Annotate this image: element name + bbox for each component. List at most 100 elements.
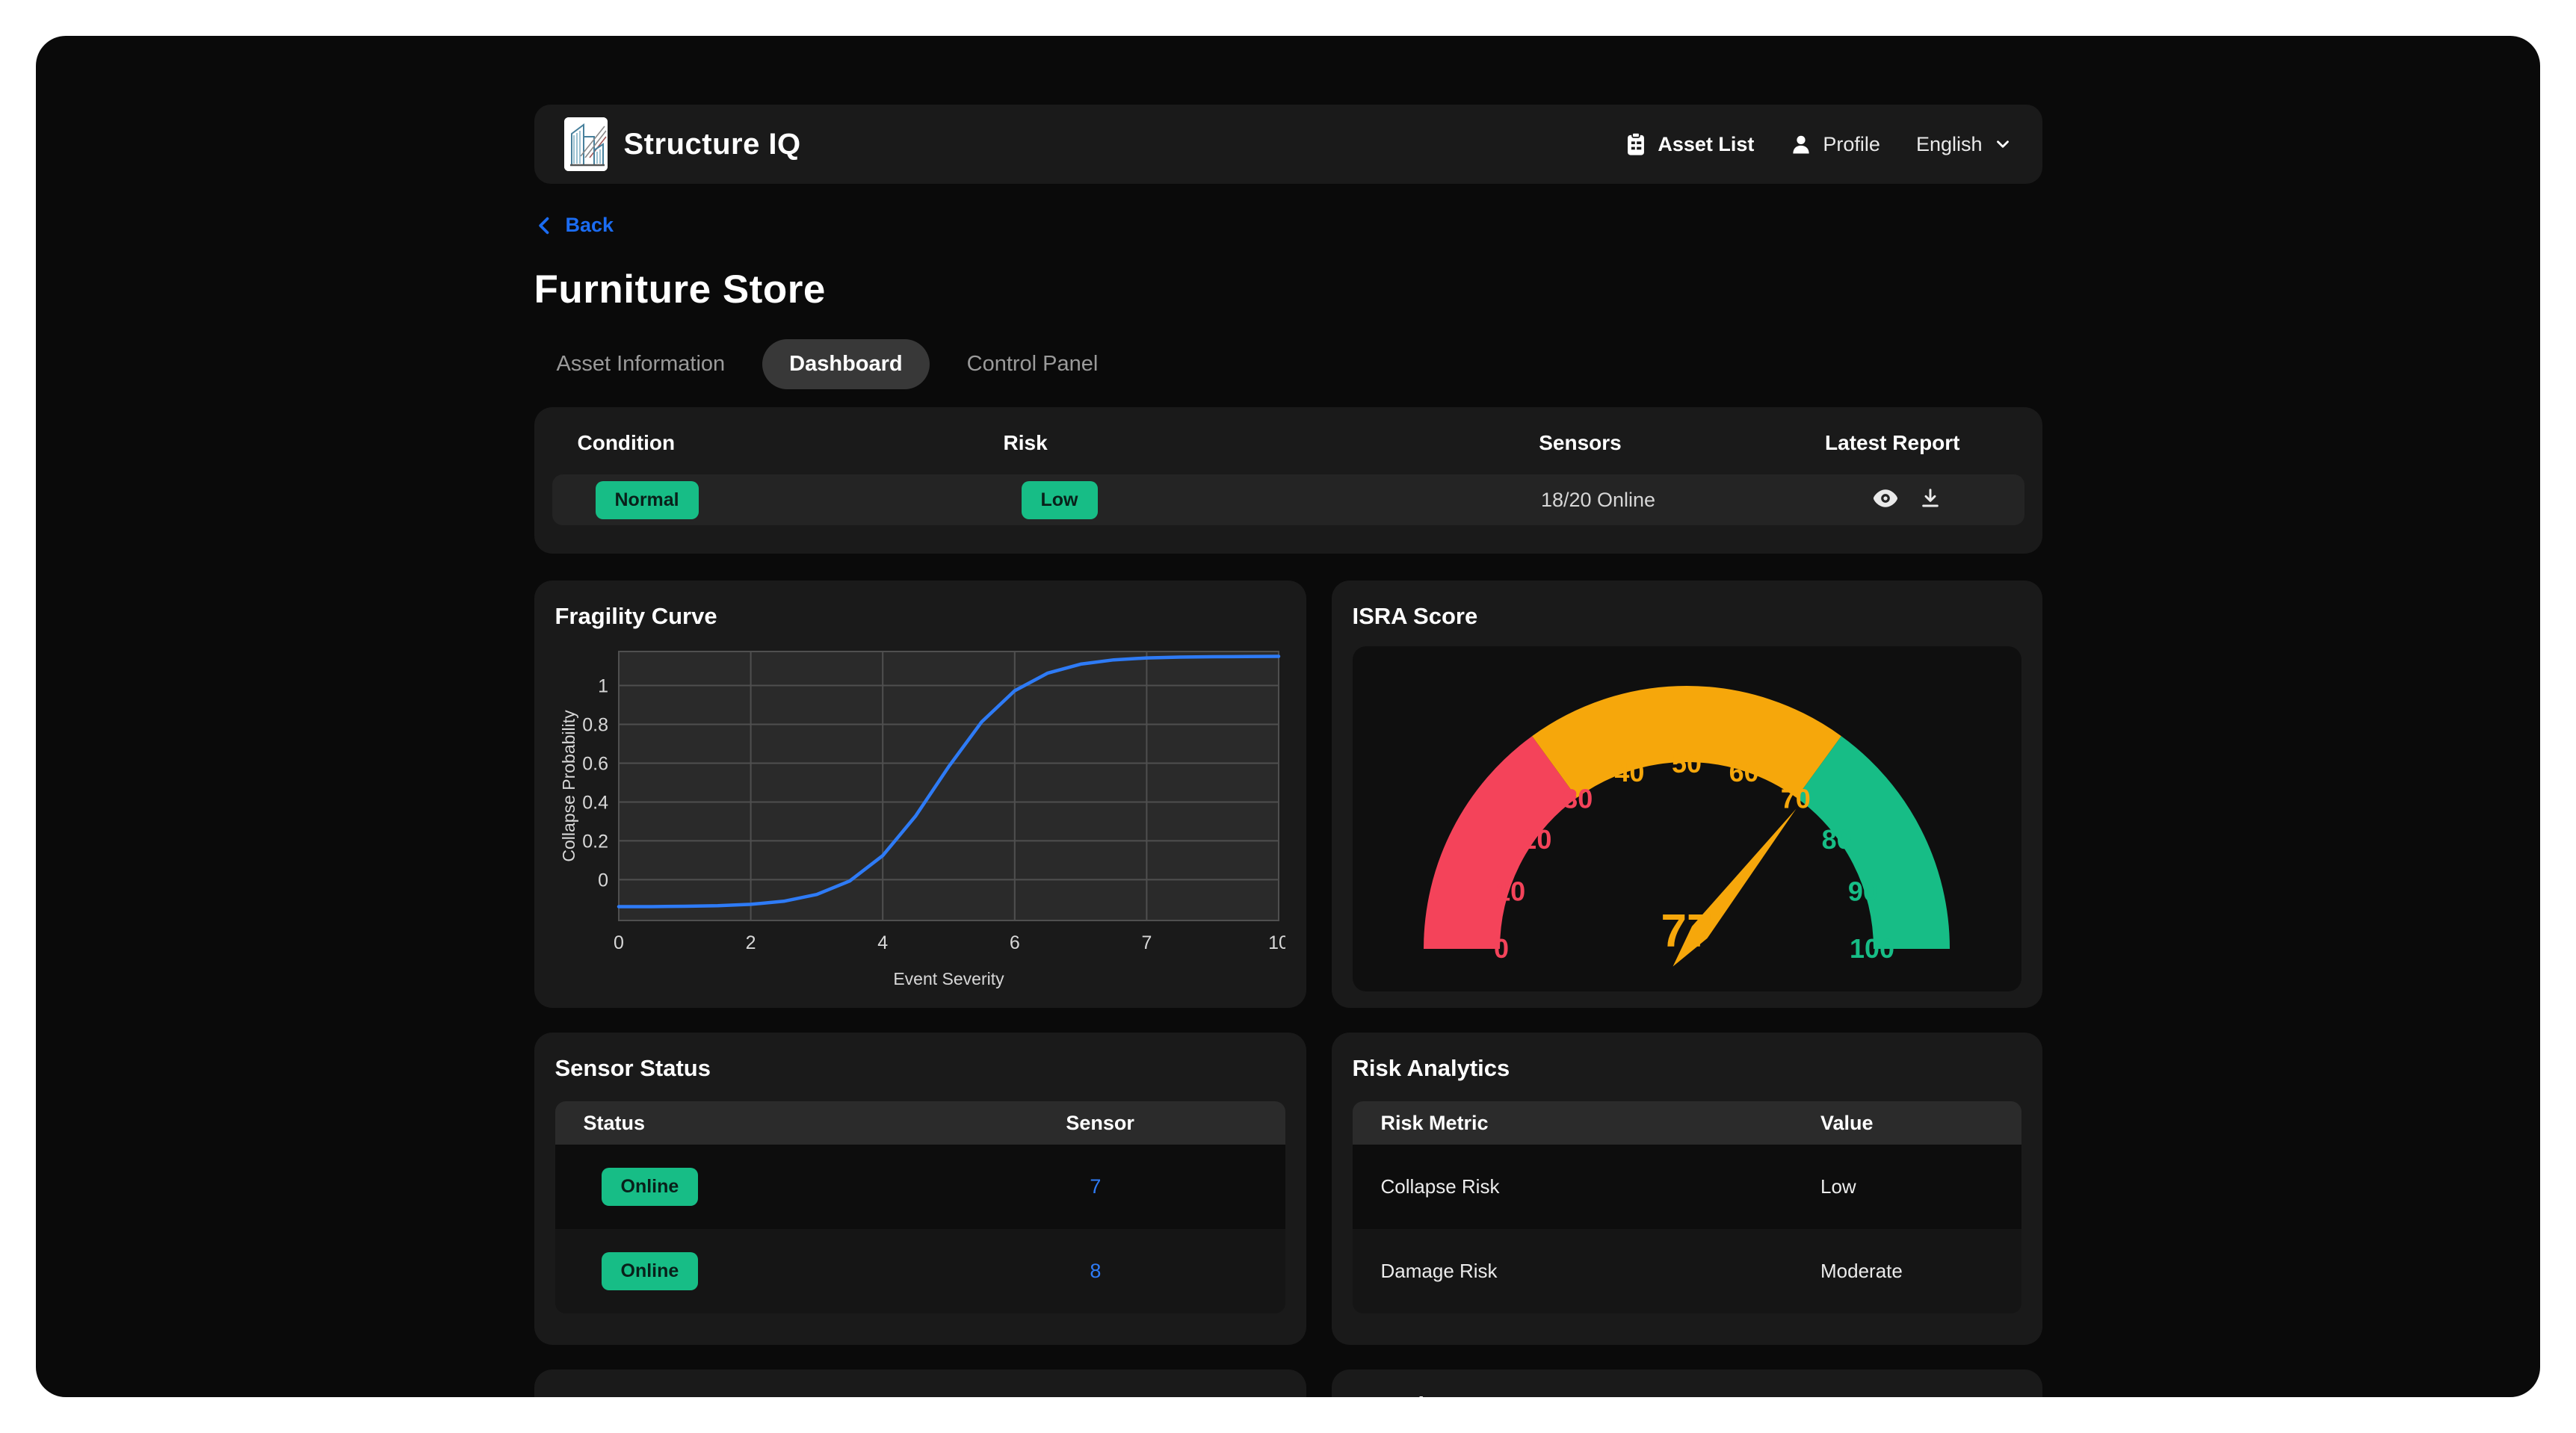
svg-text:6: 6 <box>1009 932 1019 953</box>
svg-text:1: 1 <box>598 675 608 696</box>
svg-text:0: 0 <box>598 870 608 891</box>
tab-asset-information[interactable]: Asset Information <box>534 339 748 389</box>
back-link[interactable]: Back <box>534 214 614 237</box>
sensor-status-card: Sensor Status Status Sensor Online 7 Onl… <box>534 1033 1306 1345</box>
building-logo-icon <box>564 117 608 171</box>
svg-text:70: 70 <box>1781 783 1811 814</box>
svg-text:Event Severity: Event Severity <box>893 969 1004 988</box>
sensor-table-row: Online 7 <box>555 1145 1285 1229</box>
svg-text:90: 90 <box>1848 876 1878 906</box>
svg-text:0.4: 0.4 <box>582 792 608 813</box>
language-label: English <box>1916 133 1983 156</box>
summary-header-condition: Condition <box>534 431 953 455</box>
report-card-title: Report <box>555 1392 1285 1397</box>
svg-text:2: 2 <box>745 932 756 953</box>
summary-data-row: Normal Low 18/20 Online <box>552 474 2024 525</box>
person-icon <box>1790 133 1812 155</box>
svg-text:40: 40 <box>1614 757 1644 787</box>
summary-header-sensors: Sensors <box>1371 431 1790 455</box>
condition-badge: Normal <box>596 481 699 519</box>
sensor-status-badge: Online <box>602 1168 699 1206</box>
chevron-left-icon <box>534 215 555 236</box>
risk-analytics-card: Risk Analytics Risk Metric Value Collaps… <box>1332 1033 2042 1345</box>
sensor-header-status: Status <box>555 1112 1066 1135</box>
asset-summary-card: Condition Risk Sensors Latest Report Nor… <box>534 407 2042 554</box>
download-report-icon[interactable] <box>1918 486 1942 510</box>
svg-text:0.8: 0.8 <box>582 714 608 735</box>
svg-text:0: 0 <box>614 932 624 953</box>
report-card: Report <box>534 1369 1306 1397</box>
fragility-curve-title: Fragility Curve <box>555 603 1285 630</box>
svg-text:10: 10 <box>1268 932 1285 953</box>
language-selector[interactable]: English <box>1916 133 2013 156</box>
back-label: Back <box>566 214 614 237</box>
risk-table-row: Damage Risk Moderate <box>1353 1229 2021 1313</box>
tab-bar: Asset Information Dashboard Control Pane… <box>534 339 2042 389</box>
sensor-header-sensor: Sensor <box>1066 1112 1285 1135</box>
risk-table-row: Collapse Risk Low <box>1353 1145 2021 1229</box>
dashboard-grid: Fragility Curve 024671000.20.40.60.81Eve… <box>534 581 2042 1397</box>
isra-gauge-panel: 0 10 20 30 40 50 60 70 80 90 100 77 <box>1353 646 2021 991</box>
asset-list-button[interactable]: Asset List <box>1625 131 1754 157</box>
svg-text:20: 20 <box>1522 824 1551 855</box>
sensor-id-link[interactable]: 8 <box>1090 1260 1101 1282</box>
isra-score-title: ISRA Score <box>1353 603 2021 630</box>
tab-control-panel[interactable]: Control Panel <box>945 339 1121 389</box>
risk-metric-value: Moderate <box>1820 1260 2021 1283</box>
summary-header-row: Condition Risk Sensors Latest Report <box>534 431 2042 455</box>
isra-gauge-svg: 0 10 20 30 40 50 60 70 80 90 100 77 <box>1362 646 2012 991</box>
risk-metric-value: Low <box>1820 1175 2021 1198</box>
risk-metric-name: Collapse Risk <box>1353 1175 1821 1198</box>
svg-text:60: 60 <box>1729 757 1759 787</box>
svg-text:30: 30 <box>1563 783 1593 814</box>
risk-analytics-title: Risk Analytics <box>1353 1055 2021 1082</box>
sensor-status-table: Status Sensor Online 7 Online 8 <box>555 1101 1285 1313</box>
chevron-down-icon <box>1993 134 2013 154</box>
right-column: ISRA Score 0 10 20 30 40 50 60 70 80 90 100 77 Risk… <box>1332 581 2042 1397</box>
svg-text:77: 77 <box>1661 906 1713 957</box>
sensors-online-value: 18/20 Online <box>1389 489 1808 512</box>
summary-header-risk: Risk <box>953 431 1371 455</box>
svg-text:50: 50 <box>1672 748 1702 779</box>
svg-text:0: 0 <box>1494 933 1509 964</box>
sensor-status-badge: Online <box>602 1252 699 1290</box>
left-column: Fragility Curve 0 2 4 6 7 10 0 0.2 0.4 0.6 0.8 1 Eve… <box>534 581 1306 1397</box>
svg-text:10: 10 <box>1495 876 1525 906</box>
risk-metric-name: Damage Risk <box>1353 1260 1821 1283</box>
fragility-curve-card: Fragility Curve 0 2 4 6 7 10 0 0.2 0.4 0.6 0.8 1 Eve… <box>534 581 1306 1008</box>
svg-text:7: 7 <box>1141 932 1152 953</box>
svg-text:0.6: 0.6 <box>582 753 608 774</box>
risk-header-value: Value <box>1820 1112 2021 1135</box>
profile-button[interactable]: Profile <box>1790 133 1880 156</box>
isra-score-card: ISRA Score 0 10 20 30 40 50 60 70 80 90 100 77 <box>1332 581 2042 1008</box>
profile-label: Profile <box>1823 133 1880 156</box>
sensor-table-row: Online 8 <box>555 1229 1285 1313</box>
svg-text:Collapse Probability: Collapse Probability <box>559 710 578 862</box>
fragility-chart: 0 2 4 6 7 10 0 0.2 0.4 0.6 0.8 1 Event Severity Colla… <box>555 640 1285 997</box>
map-view-card: Map view <box>1332 1369 2042 1397</box>
app-logo <box>564 117 608 171</box>
page-title: Furniture Store <box>534 267 2042 312</box>
risk-header-metric: Risk Metric <box>1353 1112 1821 1135</box>
clipboard-icon <box>1625 131 1647 157</box>
header-bar: Structure IQ Asset List <box>534 105 2042 184</box>
header-nav: Asset List Profile English <box>1625 131 2012 157</box>
latest-report-actions <box>1872 486 1942 510</box>
risk-analytics-table: Risk Metric Value Collapse Risk Low Dama… <box>1353 1101 2021 1313</box>
summary-header-latest-report: Latest Report <box>1790 431 2042 455</box>
view-report-eye-icon[interactable] <box>1872 487 1899 510</box>
app-title: Structure IQ <box>624 128 801 161</box>
tab-dashboard[interactable]: Dashboard <box>762 339 929 389</box>
svg-text:100: 100 <box>1850 933 1894 964</box>
sensor-id-link[interactable]: 7 <box>1090 1175 1101 1198</box>
svg-text:0.2: 0.2 <box>582 831 608 852</box>
sensor-status-title: Sensor Status <box>555 1055 1285 1082</box>
fragility-curve-svg: 0 2 4 6 7 10 0 0.2 0.4 0.6 0.8 1 Event Severity Colla… <box>555 640 1285 993</box>
page-container: Structure IQ Asset List <box>534 105 2042 1397</box>
app-window: Structure IQ Asset List <box>36 36 2540 1397</box>
sensor-table-header: Status Sensor <box>555 1101 1285 1145</box>
svg-text:80: 80 <box>1822 824 1852 855</box>
svg-text:4: 4 <box>877 932 888 953</box>
asset-list-label: Asset List <box>1658 133 1754 156</box>
risk-table-header: Risk Metric Value <box>1353 1101 2021 1145</box>
